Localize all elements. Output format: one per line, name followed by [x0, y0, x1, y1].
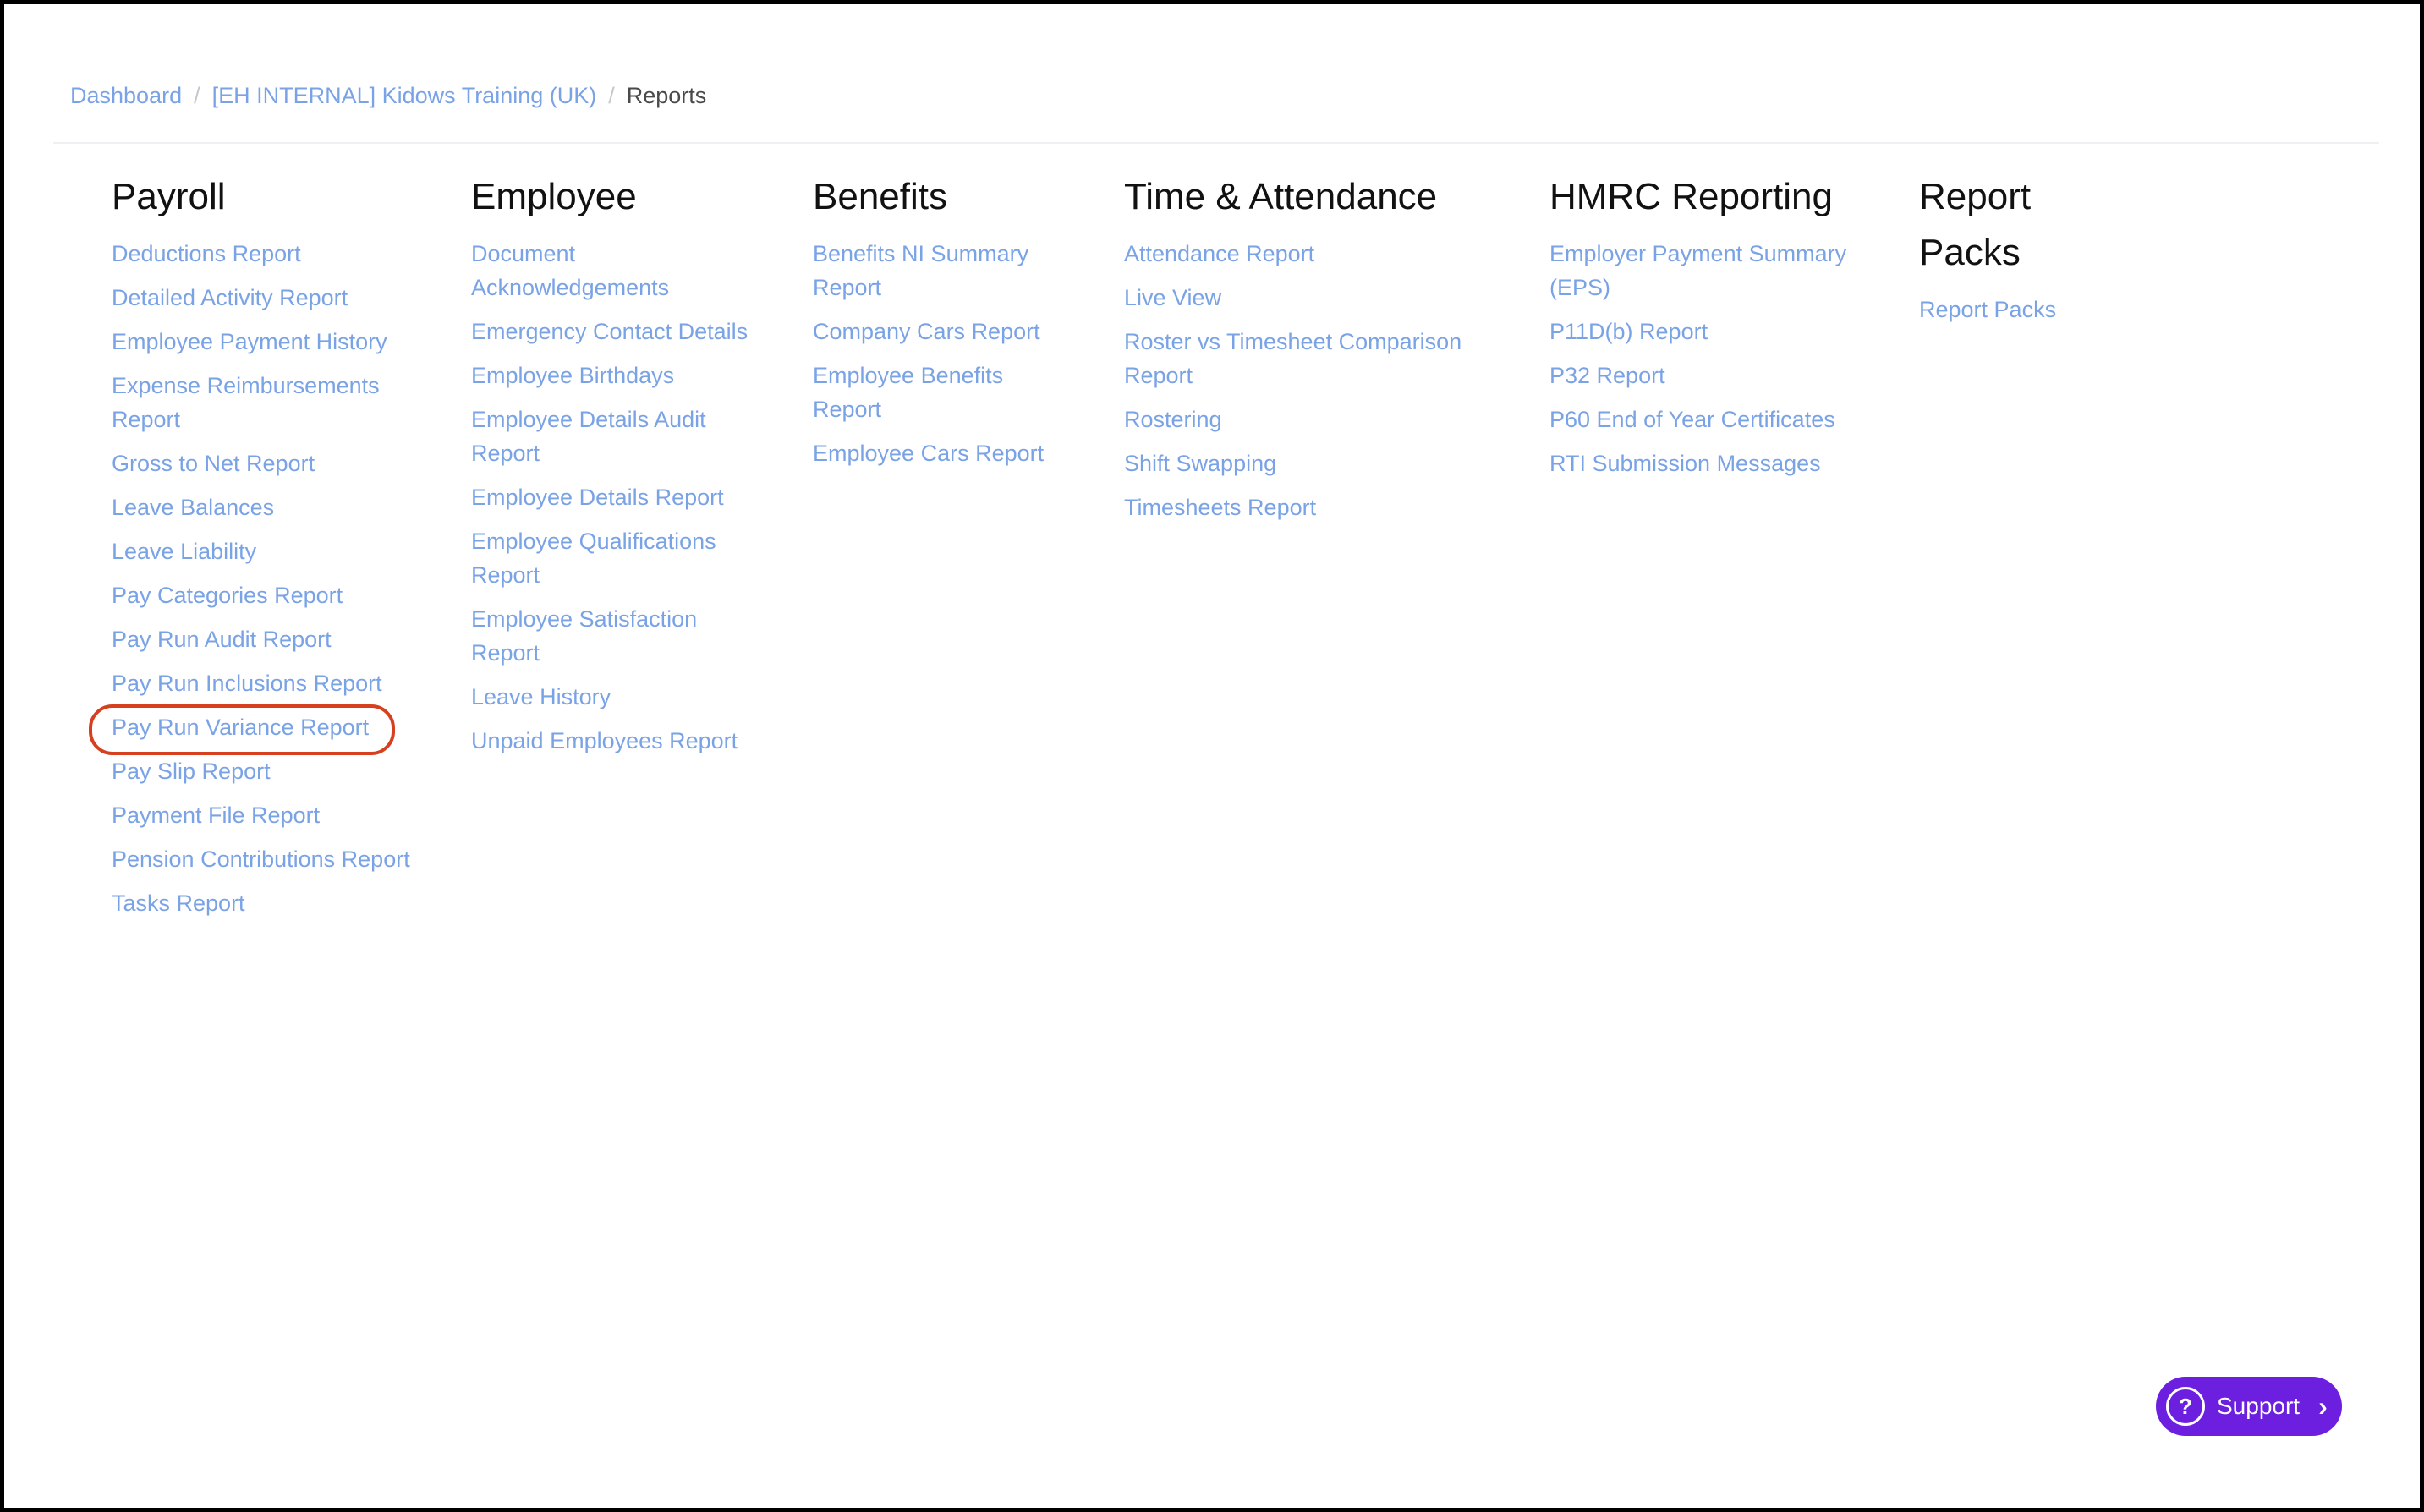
support-label: Support — [2217, 1393, 2301, 1419]
report-link-pension-contributions[interactable]: Pension Contributions Report — [112, 842, 450, 876]
report-link-p60-certificates[interactable]: P60 End of Year Certificates — [1549, 403, 1888, 436]
report-link-leave-liability[interactable]: Leave Liability — [112, 534, 450, 568]
report-link-payment-file[interactable]: Payment File Report — [112, 798, 450, 832]
report-link-live-view[interactable]: Live View — [1124, 281, 1505, 315]
report-link-benefits-ni-summary[interactable]: Benefits NI Summary Report — [813, 237, 1067, 304]
report-link-employee-birthdays[interactable]: Employee Birthdays — [471, 359, 767, 392]
report-link-employer-payment-summary[interactable]: Employer Payment Summary (EPS) — [1549, 237, 1871, 304]
report-link-document-acknowledgements[interactable]: Document Acknowledgements — [471, 237, 725, 304]
breadcrumb-separator: / — [194, 82, 200, 108]
report-link-employee-qualifications[interactable]: Employee Qualifications Report — [471, 524, 759, 592]
column-heading-payroll: Payroll — [112, 176, 226, 217]
breadcrumb-dashboard-link[interactable]: Dashboard — [70, 83, 182, 109]
report-link-leave-history[interactable]: Leave History — [471, 680, 767, 714]
report-link-attendance[interactable]: Attendance Report — [1124, 237, 1505, 271]
report-link-employee-payment-history[interactable]: Employee Payment History — [112, 325, 450, 359]
header-divider — [53, 142, 2379, 144]
report-link-detailed-activity[interactable]: Detailed Activity Report — [112, 281, 450, 315]
report-link-shift-swapping[interactable]: Shift Swapping — [1124, 446, 1505, 480]
report-packs-column: Report Packs Report Packs — [1919, 169, 2114, 337]
benefits-column: Benefits Benefits NI Summary Report Comp… — [813, 169, 1092, 480]
report-link-leave-balances[interactable]: Leave Balances — [112, 490, 450, 524]
breadcrumb-company-link[interactable]: [EH INTERNAL] Kidows Training (UK) — [212, 83, 597, 109]
hmrc-reporting-column: HMRC Reporting Employer Payment Summary … — [1549, 169, 1888, 490]
report-link-rti-submission-messages[interactable]: RTI Submission Messages — [1549, 446, 1888, 480]
report-link-tasks[interactable]: Tasks Report — [112, 886, 450, 920]
report-link-deductions[interactable]: Deductions Report — [112, 237, 450, 271]
report-link-employee-benefits[interactable]: Employee Benefits Report — [813, 359, 1067, 426]
report-link-company-cars[interactable]: Company Cars Report — [813, 315, 1092, 348]
question-circle-icon: ? — [2166, 1387, 2205, 1426]
report-packs-list: Report Packs — [1919, 293, 2114, 326]
report-link-pay-categories[interactable]: Pay Categories Report — [112, 578, 450, 612]
report-link-employee-cars[interactable]: Employee Cars Report — [813, 436, 1092, 470]
report-link-emergency-contact-details[interactable]: Emergency Contact Details — [471, 315, 767, 348]
report-link-pay-run-inclusions[interactable]: Pay Run Inclusions Report — [112, 666, 450, 700]
report-link-p32[interactable]: P32 Report — [1549, 359, 1888, 392]
report-link-employee-satisfaction[interactable]: Employee Satisfaction Report — [471, 602, 759, 670]
report-link-pay-slip[interactable]: Pay Slip Report — [112, 754, 450, 788]
report-link-rostering[interactable]: Rostering — [1124, 403, 1505, 436]
column-heading-employee: Employee — [471, 176, 637, 217]
employee-report-list: Document Acknowledgements Emergency Cont… — [471, 237, 767, 758]
column-heading-hmrc-reporting: HMRC Reporting — [1549, 176, 1833, 217]
report-link-p11d-b[interactable]: P11D(b) Report — [1549, 315, 1888, 348]
report-link-timesheets[interactable]: Timesheets Report — [1124, 490, 1505, 524]
breadcrumb-current: Reports — [626, 82, 707, 108]
column-heading-time-attendance: Time & Attendance — [1124, 176, 1438, 217]
chevron-right-icon: › — [2318, 1390, 2328, 1422]
column-heading-benefits: Benefits — [813, 176, 947, 217]
breadcrumb-separator: / — [608, 82, 615, 108]
hmrc-report-list: Employer Payment Summary (EPS) P11D(b) R… — [1549, 237, 1888, 480]
breadcrumb: Dashboard / [EH INTERNAL] Kidows Trainin… — [70, 79, 706, 112]
report-link-roster-vs-timesheet[interactable]: Roster vs Timesheet Comparison Report — [1124, 325, 1479, 392]
benefits-report-list: Benefits NI Summary Report Company Cars … — [813, 237, 1092, 470]
employee-column: Employee Document Acknowledgements Emerg… — [471, 169, 767, 768]
report-link-expense-reimbursements[interactable]: Expense Reimbursements Report — [112, 369, 425, 436]
time-attendance-report-list: Attendance Report Live View Roster vs Ti… — [1124, 237, 1505, 524]
report-link-gross-to-net[interactable]: Gross to Net Report — [112, 446, 450, 480]
column-heading-report-packs: Report Packs — [1919, 176, 2032, 273]
report-link-employee-details[interactable]: Employee Details Report — [471, 480, 767, 514]
payroll-report-list: Deductions Report Detailed Activity Repo… — [89, 237, 450, 920]
payroll-column: Payroll Deductions Report Detailed Activ… — [89, 169, 450, 930]
report-link-employee-details-audit[interactable]: Employee Details Audit Report — [471, 403, 759, 470]
report-link-report-packs[interactable]: Report Packs — [1919, 293, 2114, 326]
report-link-unpaid-employees[interactable]: Unpaid Employees Report — [471, 724, 767, 758]
report-link-pay-run-audit[interactable]: Pay Run Audit Report — [112, 622, 450, 656]
support-button[interactable]: ? Support › — [2156, 1377, 2342, 1436]
page-frame: Dashboard / [EH INTERNAL] Kidows Trainin… — [4, 4, 2420, 1508]
time-attendance-column: Time & Attendance Attendance Report Live… — [1124, 169, 1505, 534]
report-link-pay-run-variance[interactable]: Pay Run Variance Report — [89, 704, 450, 755]
